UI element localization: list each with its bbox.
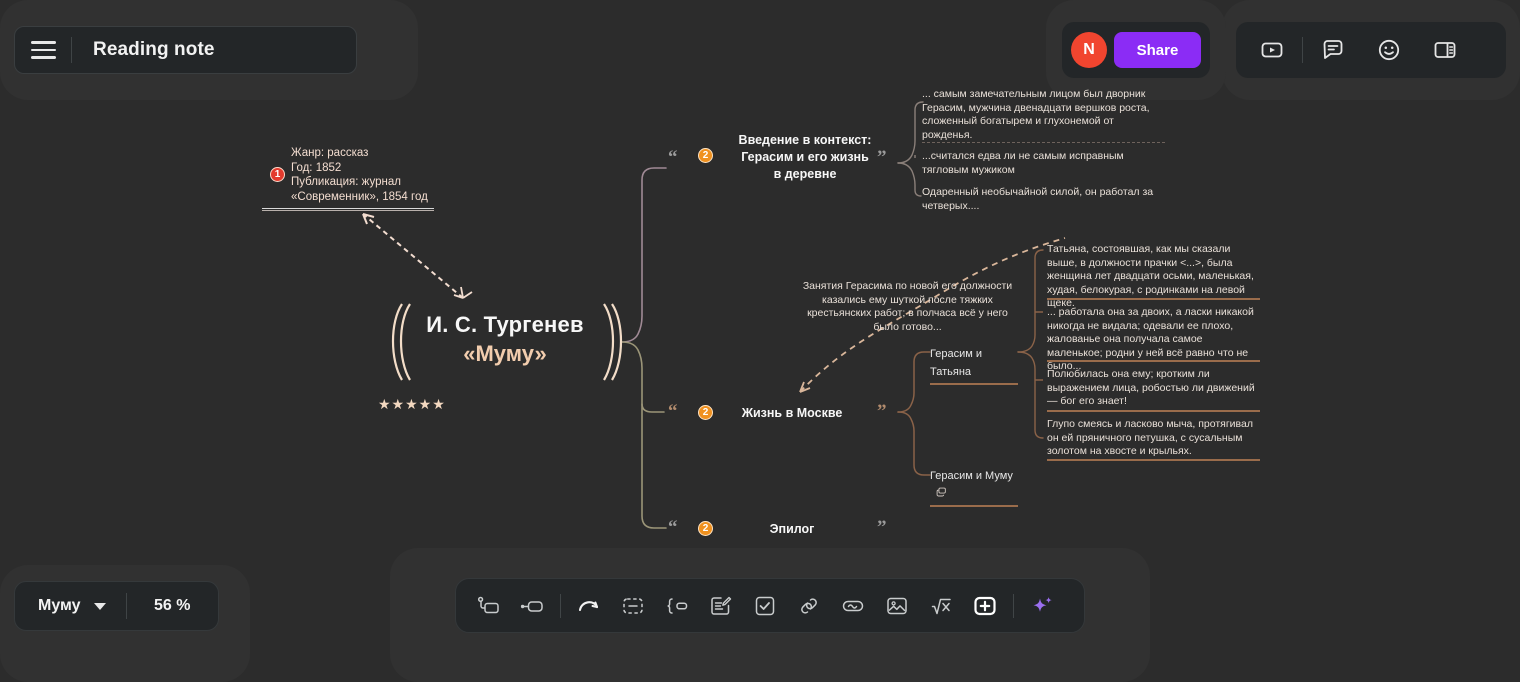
- branch-2-quote-close: ”: [877, 401, 887, 422]
- subnode-gerasim-mumu[interactable]: Герасим и Муму: [930, 466, 1018, 507]
- branch-2-label[interactable]: Жизнь в Москве: [722, 405, 862, 422]
- subnode-1-divider-2: [1047, 360, 1260, 362]
- header-icon-divider: [1302, 37, 1303, 63]
- branch-1-label[interactable]: Введение в контекст: Герасим и его жизнь…: [722, 132, 888, 183]
- branch-3-label-line1: Эпилог: [769, 522, 815, 536]
- branch-1-label-line2: Герасим и его жизнь: [741, 150, 869, 164]
- chevron-down-icon[interactable]: [93, 602, 106, 610]
- subnode-1-divider-4: [1047, 459, 1260, 461]
- branch-3-badge: 2: [698, 521, 713, 536]
- metadata-publication-2: «Современник», 1854 год: [291, 190, 428, 203]
- center-topic-work: «Муму»: [463, 341, 547, 366]
- subnode-1-quote-3[interactable]: Полюбилась она ему; кротким ли выражение…: [1047, 368, 1260, 409]
- rating-stars: ★★★★★: [378, 396, 446, 412]
- equation-tool[interactable]: [919, 586, 963, 626]
- toolbar-divider-1: [560, 593, 561, 618]
- summary-tool[interactable]: [655, 586, 699, 626]
- sheet-name[interactable]: Муму: [15, 597, 81, 615]
- center-topic-author: И. С. Тургенев: [426, 312, 584, 337]
- branch-3-label[interactable]: Эпилог: [722, 521, 862, 538]
- branch-1-quote-open: “: [668, 147, 678, 168]
- branch-3-quote-close: ”: [877, 517, 887, 538]
- metadata-publication: Публикация: журнал: [291, 176, 401, 188]
- branch-1-quote-2[interactable]: ...считался едва ли не самым исправным т…: [922, 150, 1165, 177]
- branch-3-quote-open: “: [668, 517, 678, 538]
- metadata-underline: [262, 208, 434, 211]
- subnode-gerasim-tatyana[interactable]: Герасим и Татьяна: [930, 344, 1018, 385]
- ai-sparkle-tool[interactable]: [1020, 586, 1064, 626]
- subtopic-tool[interactable]: [466, 586, 510, 626]
- center-topic[interactable]: И. С. Тургенев «Муму»: [390, 310, 620, 368]
- copy-layers-icon[interactable]: [936, 487, 947, 498]
- note-tool[interactable]: [699, 586, 743, 626]
- subnode-1-quote-4[interactable]: Глупо смеясь и ласково мыча, протягивал …: [1047, 418, 1260, 459]
- branch-1-quote-3[interactable]: Одаренный необычайной силой, он работал …: [922, 186, 1165, 213]
- metadata-badge: 1: [270, 167, 285, 182]
- metadata-genre: Жанр: рассказ: [291, 147, 369, 159]
- video-play-icon[interactable]: [1244, 28, 1300, 72]
- share-group: N Share: [1062, 22, 1210, 78]
- header-icon-group: [1236, 22, 1506, 78]
- comment-icon[interactable]: [1305, 28, 1361, 72]
- app-root: 1 Жанр: рассказ Год: 1852 Публикация: жу…: [0, 0, 1520, 682]
- image-tool[interactable]: [875, 586, 919, 626]
- branch-1-label-line1: Введение в контекст:: [738, 133, 872, 147]
- boundary-tool[interactable]: [611, 586, 655, 626]
- branch-1-label-line3: в деревне: [773, 167, 837, 181]
- metadata-year: Год: 1852: [291, 161, 342, 174]
- relationship-tool[interactable]: [567, 586, 611, 626]
- emoji-icon[interactable]: [1361, 28, 1417, 72]
- bottom-toolbar: [455, 578, 1085, 633]
- branch-2-quote-open: “: [668, 401, 678, 422]
- subnode-1-quote-1[interactable]: Татьяна, состоявшая, как мы сказали выше…: [1047, 243, 1260, 311]
- subnode-gerasim-tatyana-label: Герасим и Татьяна: [930, 348, 982, 378]
- branch-2-label-line1: Жизнь в Москве: [741, 406, 843, 420]
- subnode-gerasim-mumu-underline: [930, 505, 1018, 507]
- metadata-lines: Жанр: рассказ Год: 1852 Публикация: журн…: [291, 146, 442, 204]
- subnode-gerasim-tatyana-underline: [930, 383, 1018, 385]
- subnode-1-divider-3: [1047, 410, 1260, 412]
- branch-2-floating-note[interactable]: Занятия Герасима по новой его должности …: [800, 280, 1015, 334]
- zoom-pill: Муму 56 %: [14, 581, 219, 631]
- task-checkbox-tool[interactable]: [743, 586, 787, 626]
- toolbar-divider-2: [1013, 593, 1014, 618]
- note-title-pill: Reading note: [14, 26, 357, 74]
- branch-2-badge: 2: [698, 405, 713, 420]
- branch-1-quote-close: ”: [877, 147, 887, 168]
- note-title[interactable]: Reading note: [72, 39, 356, 61]
- subnode-1-divider-1: [1047, 298, 1260, 300]
- sticker-tool[interactable]: [831, 586, 875, 626]
- branch-1-badge: 2: [698, 148, 713, 163]
- subnode-gerasim-mumu-label: Герасим и Муму: [930, 470, 1013, 482]
- avatar[interactable]: N: [1071, 32, 1107, 68]
- top-bar: Reading note N Share: [0, 0, 1520, 100]
- subnode-1-quote-2[interactable]: ... работала она за двоих, а ласки никак…: [1047, 306, 1260, 374]
- panel-layout-icon[interactable]: [1417, 28, 1473, 72]
- hamburger-icon[interactable]: [15, 27, 71, 73]
- hyperlink-tool[interactable]: [787, 586, 831, 626]
- metadata-note[interactable]: 1 Жанр: рассказ Год: 1852 Публикация: жу…: [262, 146, 442, 211]
- branch-1-divider-1: [922, 142, 1165, 143]
- zoom-level[interactable]: 56 %: [127, 597, 218, 615]
- share-button[interactable]: Share: [1114, 32, 1201, 68]
- add-tool[interactable]: [963, 586, 1007, 626]
- sibling-topic-tool[interactable]: [510, 586, 554, 626]
